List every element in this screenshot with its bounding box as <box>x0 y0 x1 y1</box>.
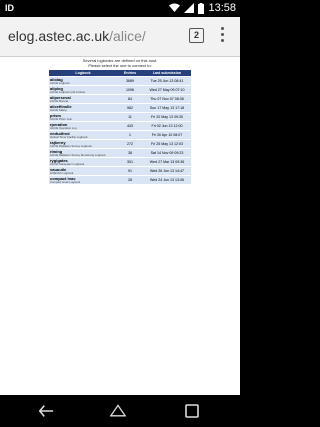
logbook-cell[interactable]: alioiag ALICE Logbook <box>49 77 117 85</box>
last-submission-cell: Wed 24 Jun 13 13:06 <box>143 176 191 184</box>
logbook-description: ALICE Radiation Survey Monitoring Logboo… <box>50 152 106 157</box>
header-last-submission: Last submission <box>143 70 191 76</box>
recents-icon[interactable] <box>184 403 200 419</box>
wifi-icon <box>169 3 181 12</box>
status-time: 13:58 <box>208 2 236 14</box>
last-submission-cell: Thu 07 Nov 07 08:38 <box>143 95 191 103</box>
logbook-table: Logbook Entries Last submission alioiag A… <box>49 69 191 185</box>
logbook-cell[interactable]: rperation ALICE Operation Log <box>49 122 117 130</box>
table-row[interactable]: emfudfred Optical Timer Facility Logbook … <box>49 131 191 139</box>
logbook-cell[interactable]: compact lnac Compact Linac Logbook <box>49 176 117 184</box>
last-submission-cell: Tue 25 Jun 13 08:41 <box>143 77 191 85</box>
table-row[interactable]: alioiag ALICE Logbook 3689 Tue 25 Jun 13 … <box>49 77 191 85</box>
logbook-description: ALICE Safety <box>50 107 67 112</box>
entries-cell: 1096 <box>117 86 143 94</box>
url-path: /alice/ <box>109 28 146 44</box>
table-row[interactable]: prism ALICE Prism Gun 11 Fri 20 May 13 09… <box>49 113 191 121</box>
signal-icon <box>184 3 195 13</box>
last-submission-cell: Fri 02 Jun 13 12:00 <box>143 122 191 130</box>
logbook-cell[interactable]: rajkerny ALICE Radiation Survey Logbook <box>49 140 117 148</box>
logbook-description: Optical Timer Facility Logbook <box>50 134 88 139</box>
last-submission-cell: Wed 27 May 09 07:10 <box>143 86 191 94</box>
logbook-description: ALICE Logbook (old entries) <box>50 89 86 94</box>
overflow-menu-icon[interactable] <box>221 27 225 45</box>
entries-cell: 11 <box>117 113 143 121</box>
table-row[interactable]: aliplog ALICE Logbook (old entries) 1096 … <box>49 86 191 94</box>
logbook-cell[interactable]: prism ALICE Prism Gun <box>49 113 117 121</box>
entries-cell: 962 <box>117 104 143 112</box>
header-logbook: Logbook <box>49 70 117 76</box>
notice-line-2: Please select the one to connect to: <box>88 63 152 68</box>
logbook-description: ALICE Prism Gun <box>50 116 73 121</box>
entries-cell: 38 <box>117 149 143 157</box>
logbook-description: LINEVAC Logbook <box>50 170 74 175</box>
table-row[interactable]: rperation ALICE Operation Log 443 Fri 02 … <box>49 122 191 130</box>
entries-cell: 272 <box>117 140 143 148</box>
logbook-description: ALICE Radiation Survey Logbook <box>50 143 92 148</box>
status-left-label: ID <box>5 3 14 13</box>
status-bar: ID 13:58 <box>0 0 240 17</box>
logbook-description: ALICE Subsystem Logbook <box>50 161 85 166</box>
logbook-cell[interactable]: aliceflinslle ALICE Safety <box>49 104 117 112</box>
logbook-cell[interactable]: emfudfred Optical Timer Facility Logbook <box>49 131 117 139</box>
logbook-description: ALICE Logbook <box>50 80 70 85</box>
last-submission-cell: Sun 17 May 13 17:18 <box>143 104 191 112</box>
table-row[interactable]: rajkerny ALICE Radiation Survey Logbook 2… <box>49 140 191 148</box>
table-row[interactable]: rygigates ALICE Subsystem Logbook 301 Wed… <box>49 158 191 166</box>
last-submission-cell: Fri 30 Apr 10 08:07 <box>143 131 191 139</box>
home-icon[interactable] <box>110 403 126 419</box>
page-content: Several logbooks are defined on this hos… <box>0 57 240 395</box>
entries-cell: 84 <box>117 95 143 103</box>
last-submission-cell: Wed 27 Mar 13 09:36 <box>143 158 191 166</box>
table-row[interactable]: vauuuile LINEVAC Logbook 91 Wed 26 Jun 13… <box>49 167 191 175</box>
table-row[interactable]: aliperseval ALICE Manual 84 Thu 07 Nov 07… <box>49 95 191 103</box>
last-submission-cell: Wed 26 Jun 13 14:47 <box>143 167 191 175</box>
table-row[interactable]: aliceflinslle ALICE Safety 962 Sun 17 May… <box>49 104 191 112</box>
logbook-cell[interactable]: rlming ALICE Radiation Survey Monitoring … <box>49 149 117 157</box>
table-row[interactable]: compact lnac Compact Linac Logbook 28 Wed… <box>49 176 191 184</box>
logbook-cell[interactable]: vauuuile LINEVAC Logbook <box>49 167 117 175</box>
browser-toolbar: elog.astec.ac.uk/alice/ 2 <box>0 17 240 57</box>
last-submission-cell: Fri 20 May 13 09:30 <box>143 113 191 121</box>
url-bar[interactable]: elog.astec.ac.uk/alice/ <box>8 28 146 44</box>
logbook-description: Compact Linac Logbook <box>50 179 81 184</box>
entries-cell: 3689 <box>117 77 143 85</box>
back-icon[interactable] <box>38 403 54 419</box>
logbook-cell[interactable]: aliperseval ALICE Manual <box>49 95 117 103</box>
entries-cell: 1 <box>117 131 143 139</box>
logbook-description: ALICE Manual <box>50 98 69 103</box>
url-host: elog.astec.ac.uk <box>8 28 110 44</box>
logbook-cell[interactable]: aliplog ALICE Logbook (old entries) <box>49 86 117 94</box>
table-row[interactable]: rlming ALICE Radiation Survey Monitoring … <box>49 149 191 157</box>
last-submission-cell: Fri 25 May 13 12:03 <box>143 140 191 148</box>
table-header-row: Logbook Entries Last submission <box>49 70 191 76</box>
entries-cell: 443 <box>117 122 143 130</box>
navigation-bar <box>0 395 240 427</box>
logbook-description: ALICE Operation Log <box>50 125 77 130</box>
tab-switcher-button[interactable]: 2 <box>189 28 204 43</box>
entries-cell: 301 <box>117 158 143 166</box>
entries-cell: 91 <box>117 167 143 175</box>
last-submission-cell: Sat 14 Nov 09 09:23 <box>143 149 191 157</box>
logbook-cell[interactable]: rygigates ALICE Subsystem Logbook <box>49 158 117 166</box>
entries-cell: 28 <box>117 176 143 184</box>
status-right: 13:58 <box>169 2 236 14</box>
battery-icon <box>198 2 205 14</box>
header-entries: Entries <box>117 70 143 76</box>
